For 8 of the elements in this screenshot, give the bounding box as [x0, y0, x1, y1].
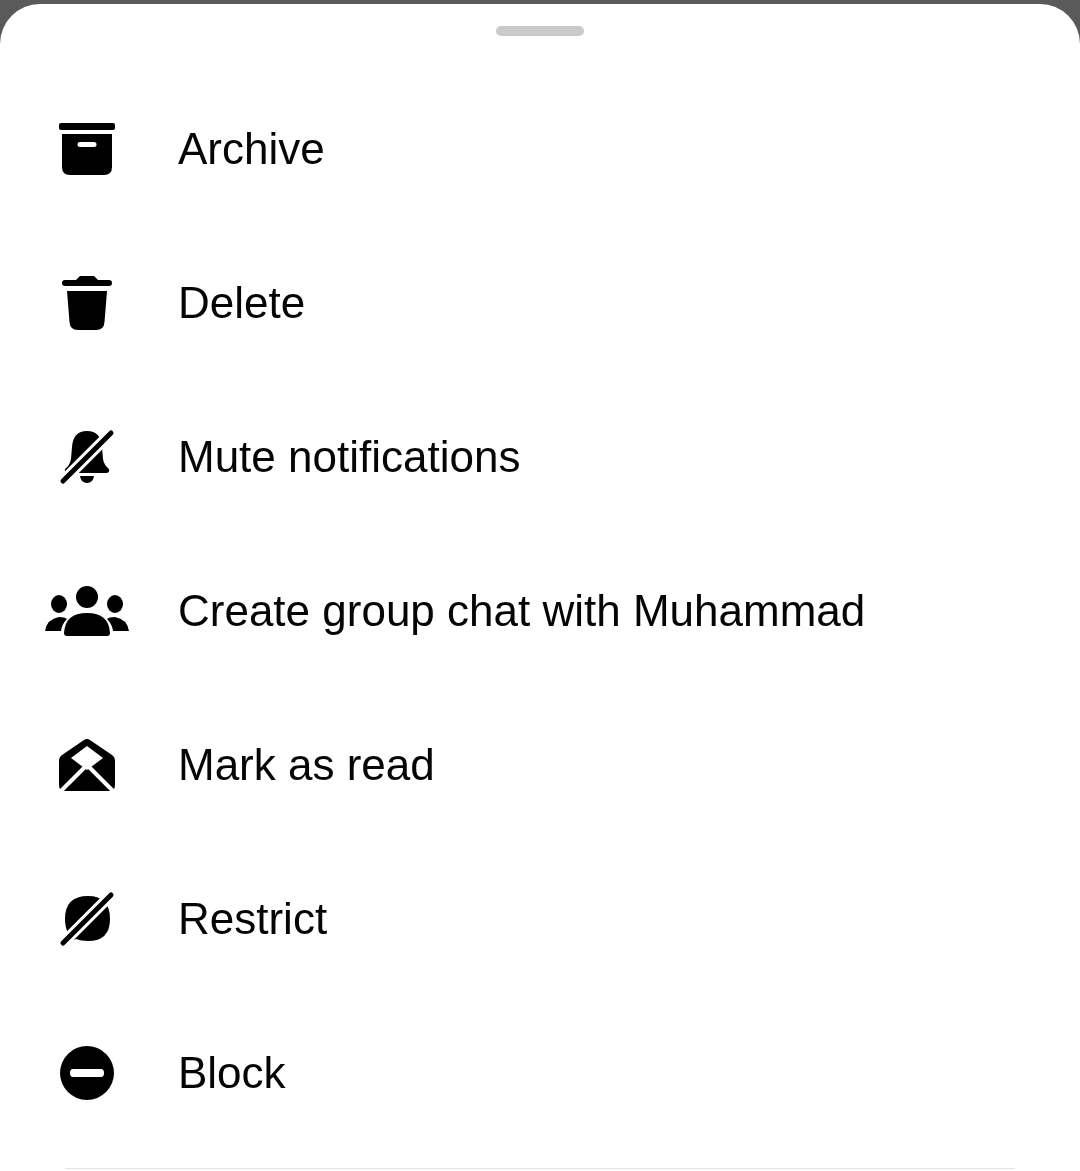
speech-bubble-slash-icon: [59, 891, 115, 947]
archive-box-icon: [59, 123, 115, 175]
drag-handle[interactable]: [496, 26, 584, 36]
trash-can-icon: [62, 276, 112, 330]
people-group-icon: [44, 586, 130, 636]
bell-slash-icon: [59, 429, 115, 485]
open-envelope-icon: [59, 739, 115, 791]
block-icon: [60, 1046, 114, 1100]
